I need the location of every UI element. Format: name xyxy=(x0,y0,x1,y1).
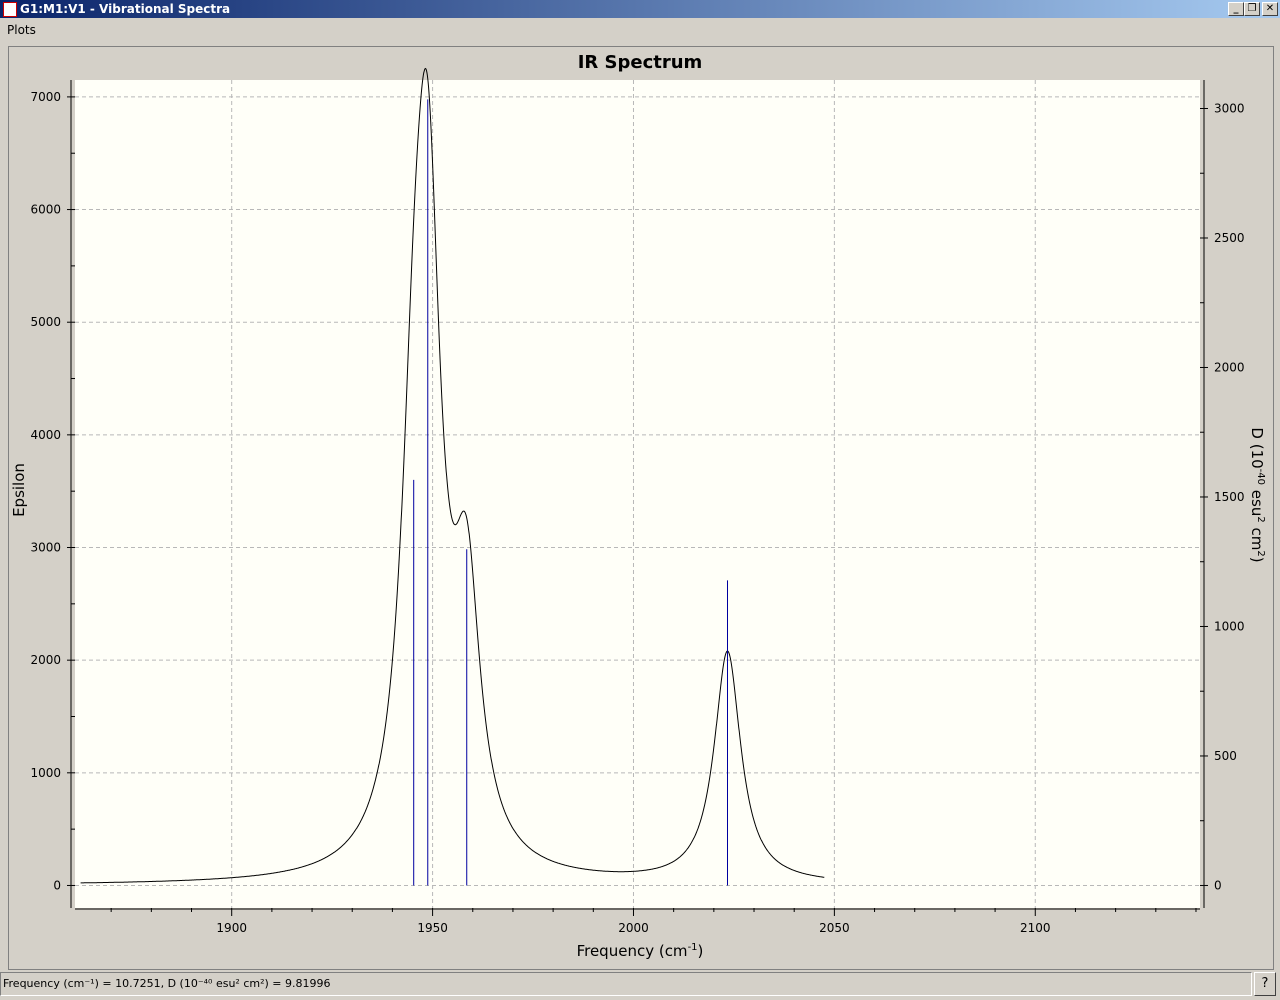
y2-tick-label: 3000 xyxy=(1214,101,1245,115)
y-axis-label: Epsilon xyxy=(10,463,28,517)
status-bar: Frequency (cm⁻¹) = 10.7251, D (10⁻⁴⁰ esu… xyxy=(0,972,1252,996)
y-tick-label: 5000 xyxy=(30,315,61,329)
y-tick-label: 6000 xyxy=(30,203,61,217)
y-tick-label: 4000 xyxy=(30,428,61,442)
y2-tick-label: 1500 xyxy=(1214,490,1245,504)
x-tick-label: 2100 xyxy=(1020,921,1051,935)
status-readout: Frequency (cm⁻¹) = 10.7251, D (10⁻⁴⁰ esu… xyxy=(3,977,331,990)
chart-title: IR Spectrum xyxy=(578,52,703,73)
y2-tick-label: 2500 xyxy=(1214,231,1245,245)
x-tick-label: 2050 xyxy=(819,921,850,935)
ir-spectrum-chart[interactable]: IR Spectrum 1900 1950 2000 2050 2100 0 1000 200… xyxy=(0,0,1280,1000)
y-tick-label: 3000 xyxy=(30,541,61,555)
y2-tick-label: 1000 xyxy=(1214,619,1245,633)
y-tick-label: 0 xyxy=(53,878,61,892)
x-axis-label: Frequency (cm-1) xyxy=(577,942,704,960)
plot-area xyxy=(75,80,1200,908)
y-tick-label: 7000 xyxy=(30,90,61,104)
y2-tick-label: 0 xyxy=(1214,878,1222,892)
y2-tick-label: 2000 xyxy=(1214,360,1245,374)
help-button[interactable]: ? xyxy=(1254,972,1276,996)
y2-axis-label: D (10-40 esu2 cm2) xyxy=(1248,427,1266,562)
y-tick-label: 2000 xyxy=(30,653,61,667)
x-tick-label: 1900 xyxy=(216,921,247,935)
x-tick-label: 1950 xyxy=(417,921,448,935)
y-tick-label: 1000 xyxy=(30,766,61,780)
y2-tick-label: 500 xyxy=(1214,749,1237,763)
x-tick-label: 2000 xyxy=(618,921,649,935)
